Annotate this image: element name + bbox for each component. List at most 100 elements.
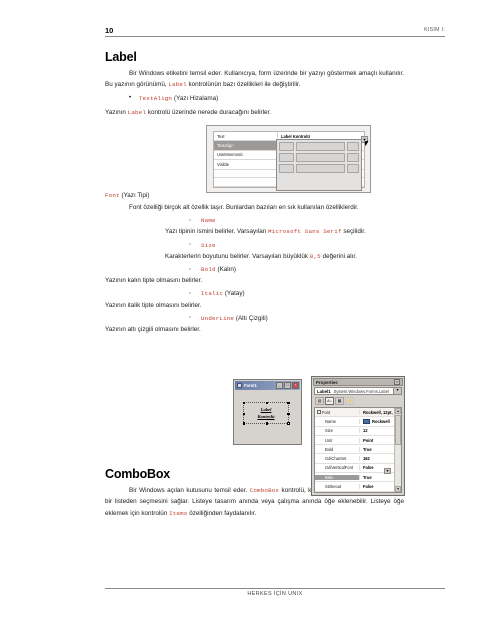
properties-window[interactable]: Properties × Label1 System.Windows.Forms… <box>311 376 405 496</box>
scroll-down-icon[interactable]: ▼ <box>395 486 401 492</box>
list-item-underline: UnderLine (Altı Çizgili) <box>189 312 404 324</box>
resize-handle[interactable] <box>287 412 290 415</box>
expander-icon[interactable]: - <box>317 410 321 414</box>
bold-description: Yazının kalın tipte olmasını belirler. <box>105 277 203 285</box>
property-row-underline[interactable]: Underline True <box>315 492 401 493</box>
font-sub-list-underline: UnderLine (Altı Çizgili) <box>105 312 404 324</box>
property-row-font[interactable]: - Font Rockwell, 12pt, s <box>315 408 401 418</box>
footer-text: HERKES İÇİN UNIX <box>247 591 303 597</box>
events-view-icon[interactable]: ⚡ <box>345 396 354 405</box>
resize-handle[interactable] <box>287 422 290 425</box>
form-titlebar[interactable]: Form1 _ □ × <box>235 381 300 390</box>
align-cell-middleleft[interactable] <box>279 153 294 162</box>
inline-code-size: Size <box>201 241 216 249</box>
grid-row-name: Visible <box>214 160 278 169</box>
label-control-selection[interactable]: Label Kontrolü <box>242 401 290 425</box>
running-head: 10 KISIM I: <box>105 26 445 35</box>
inline-code-items: Items <box>169 509 188 517</box>
inline-code-name: Name <box>201 217 216 225</box>
property-value: Rockwell <box>372 418 390 424</box>
align-cell-bottomleft[interactable] <box>279 164 294 173</box>
bold-label: (Kalın) <box>217 266 237 274</box>
align-row-middle[interactable] <box>279 153 359 162</box>
align-cell-middlecenter[interactable] <box>296 153 345 162</box>
textalign-dropdown-panel[interactable] <box>276 139 362 191</box>
label-control-line1: Label <box>260 406 272 412</box>
categorized-view-icon[interactable]: ▤ <box>315 396 324 405</box>
scrollbar-thumb[interactable] <box>395 415 401 445</box>
property-name: GdiCharSet <box>315 456 360 462</box>
property-name: Bold <box>315 446 360 452</box>
properties-toolbar[interactable]: ▤ A↓ ▦ ⚡ <box>314 396 402 405</box>
property-row-gdicharset[interactable]: GdiCharSet 162 <box>315 454 401 464</box>
grid-row-name: TextAlign <box>214 141 278 150</box>
properties-title: Properties <box>316 379 338 385</box>
property-row-bold[interactable]: Bold True <box>315 445 401 455</box>
inline-code-label-2: Label <box>127 108 147 116</box>
property-row-unit[interactable]: Unit Point <box>315 436 401 446</box>
size-desc-pre: Karakterlerin boyutunu belirler. Varsayı… <box>165 252 310 260</box>
alphabetical-view-icon[interactable]: A↓ <box>325 396 334 405</box>
properties-titlebar[interactable]: Properties × <box>313 378 403 386</box>
inline-code-underline: UnderLine <box>201 314 235 322</box>
textalign-desc-post: kontrolü üzerinde nerede duracağını beli… <box>146 108 272 116</box>
font-sub-list-name: Name <box>105 215 404 226</box>
size-desc-post: değerini alır. <box>320 252 357 260</box>
maximize-button[interactable]: □ <box>284 382 291 389</box>
header-rule <box>105 36 445 37</box>
resize-handle[interactable] <box>242 412 245 415</box>
inline-code-italic: Italic <box>201 290 224 298</box>
label-control-line2: Kontrolü <box>257 414 275 419</box>
page-number: 10 <box>105 26 114 35</box>
textalign-desc-pre: Yazının <box>105 108 128 116</box>
object-selector[interactable]: Label1 System.Windows.Forms.Label ▼ <box>314 387 402 395</box>
form-app-icon <box>237 383 242 388</box>
document-page: 10 KISIM I: Label Bir Windows etiketini … <box>0 0 500 619</box>
align-cell-topcenter[interactable] <box>296 142 345 151</box>
resize-handle[interactable] <box>265 422 268 425</box>
label-intro-paragraph: Bir Windows etiketini temsil eder. Kulla… <box>105 68 404 90</box>
align-row-bottom[interactable] <box>279 164 359 173</box>
property-row-strikeout[interactable]: Strikeout False <box>315 482 401 492</box>
list-item-size: Size <box>189 239 404 251</box>
resize-handle[interactable] <box>265 401 268 404</box>
inline-code-eightfive: 8,5 <box>309 252 321 260</box>
inline-code-mssansserif: Microsoft Sans Serif <box>268 228 342 236</box>
selected-object-type: System.Windows.Forms.Label <box>333 388 389 394</box>
align-row-top[interactable] <box>279 142 359 151</box>
font-sub-list-size: Size <box>105 239 404 251</box>
property-row-size[interactable]: Size 12 <box>315 427 401 436</box>
align-cell-topleft[interactable] <box>279 142 294 151</box>
resize-handle[interactable] <box>242 422 245 425</box>
form-canvas[interactable]: Label Kontrolü <box>237 392 298 441</box>
font-swatch-icon <box>363 418 370 424</box>
name-description: Yazı tipinin ismini belirler. Varsayılan… <box>105 226 404 237</box>
figure-property-grid: Text Label Kontrolü TextAlign TopCenter … <box>206 125 371 193</box>
list-item-italic: Italic (Yatay) <box>189 288 404 299</box>
resize-handle[interactable] <box>242 401 245 404</box>
chevron-down-icon[interactable]: ▼ <box>384 467 391 474</box>
resize-handle[interactable] <box>287 401 290 404</box>
align-cell-middleright[interactable] <box>347 153 359 162</box>
minimize-button[interactable]: _ <box>276 382 283 389</box>
property-row-name[interactable]: Name Rockwell <box>315 417 401 427</box>
chevron-down-icon[interactable]: ▼ <box>393 388 401 394</box>
align-cell-bottomcenter[interactable] <box>296 164 345 173</box>
properties-scrollbar[interactable]: ▲ ▼ <box>394 408 401 492</box>
property-name: Unit <box>315 437 360 443</box>
list-item-name: Name <box>189 215 404 226</box>
property-name: GdiVerticalFont <box>315 465 360 471</box>
grid-row-name: UseMnemonic <box>214 150 278 160</box>
close-icon[interactable]: × <box>394 379 400 385</box>
form-window[interactable]: Form1 _ □ × Label Kontrolü <box>233 379 302 445</box>
align-cell-bottomright[interactable] <box>347 164 359 173</box>
property-pages-icon[interactable]: ▦ <box>335 396 344 405</box>
label-property-list: TextAlign (Yazı Hizalama) <box>105 93 404 104</box>
properties-grid[interactable]: - Font Rockwell, 12pt, s Name Rockwell S… <box>314 407 402 493</box>
combobox-part3: özelliğinden faydalanılır. <box>187 509 257 517</box>
property-row-italic[interactable]: Italic True ▼ <box>315 467 401 483</box>
close-button[interactable]: × <box>292 382 299 389</box>
inline-code-font: Font <box>105 191 120 199</box>
scroll-up-icon[interactable]: ▲ <box>395 408 401 414</box>
align-cell-topright[interactable] <box>347 142 359 151</box>
